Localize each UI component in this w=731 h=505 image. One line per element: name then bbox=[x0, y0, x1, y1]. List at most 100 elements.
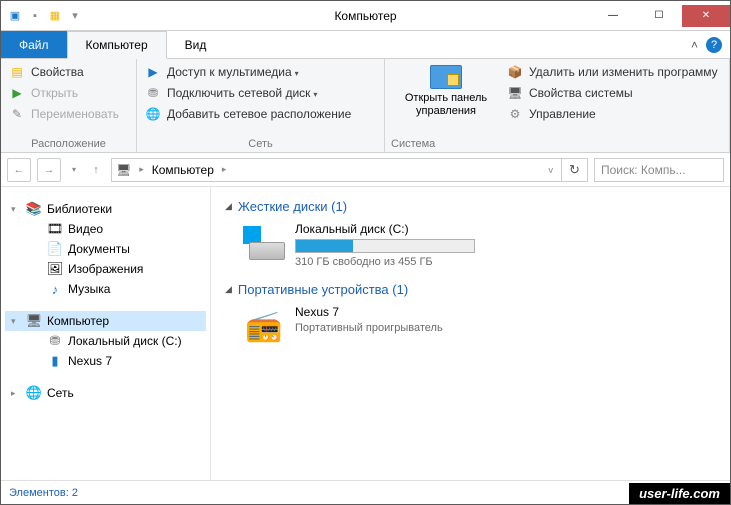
ribbon-group-location: ▤ Свойства ▶ Открыть ✎ Переименовать Распол… bbox=[1, 59, 137, 152]
computer-icon: ▣ bbox=[7, 8, 23, 24]
monitor-icon: 🖥 bbox=[507, 85, 523, 101]
open-button[interactable]: ▶ Открыть bbox=[7, 84, 130, 102]
collapse-ribbon-icon[interactable]: ˄ bbox=[691, 38, 698, 52]
hdd-icon: ⛃ bbox=[47, 333, 63, 349]
search-placeholder: Поиск: Компь... bbox=[601, 163, 686, 177]
video-icon: 🎞 bbox=[47, 221, 63, 237]
properties-button[interactable]: ▤ Свойства bbox=[7, 63, 130, 81]
qat-dropdown-icon[interactable]: ▾ bbox=[67, 8, 83, 24]
uninstall-button[interactable]: 📦 Удалить или изменить программу bbox=[505, 63, 720, 81]
tree-documents[interactable]: 📄Документы bbox=[5, 239, 206, 259]
group-label-network: Сеть bbox=[143, 136, 378, 150]
control-panel-button[interactable]: Открыть панельуправления bbox=[391, 63, 501, 136]
group-header-portable[interactable]: ◢Портативные устройства (1) bbox=[225, 280, 716, 303]
status-item-count: Элементов: 2 bbox=[9, 487, 78, 499]
globe-icon: 🌐 bbox=[145, 106, 161, 122]
ribbon-group-system: Открыть панельуправления 📦 Удалить или из… bbox=[385, 59, 730, 152]
media-label: Доступ к мультимедиа bbox=[167, 65, 299, 79]
tree-video[interactable]: 🎞Видео bbox=[5, 219, 206, 239]
device-nexus7[interactable]: 📻 Nexus 7 Портативный проигрыватель bbox=[225, 303, 716, 359]
portable-device-icon: 📻 bbox=[243, 305, 285, 347]
maximize-button[interactable]: ☐ bbox=[636, 5, 682, 27]
rename-label: Переименовать bbox=[31, 107, 119, 121]
expand-icon[interactable]: ▾ bbox=[11, 316, 21, 327]
drive-name: Локальный диск (C:) bbox=[295, 222, 716, 236]
open-label: Открыть bbox=[31, 86, 78, 100]
window-title: Компьютер bbox=[334, 9, 396, 23]
tree-network[interactable]: ▸🌐Сеть bbox=[5, 383, 206, 403]
rename-icon: ✎ bbox=[9, 106, 25, 122]
close-button[interactable]: ✕ bbox=[682, 5, 730, 27]
properties-label: Свойства bbox=[31, 65, 84, 79]
ribbon-tabs: Файл Компьютер Вид ˄ ? bbox=[1, 31, 730, 59]
ribbon-group-network: ▶ Доступ к мультимедиа ⛃ Подключить сетево… bbox=[137, 59, 385, 152]
uninstall-label: Удалить или изменить программу bbox=[529, 65, 718, 79]
local-disk-icon bbox=[243, 222, 285, 264]
tree-music[interactable]: ♪Музыка bbox=[5, 279, 206, 299]
media-icon: ▶ bbox=[145, 64, 161, 80]
navigation-bar: ← → ▾ ↑ 🖥▸Компьютер▸ v ↻ Поиск: Компь... bbox=[1, 153, 730, 187]
properties-icon: ▤ bbox=[9, 64, 25, 80]
system-properties-label: Свойства системы bbox=[529, 86, 633, 100]
address-root[interactable]: Компьютер bbox=[152, 163, 214, 177]
content-area: ▾📚Библиотеки 🎞Видео 📄Документы 🖼Изображе… bbox=[1, 187, 730, 480]
tab-computer[interactable]: Компьютер bbox=[67, 31, 167, 59]
quick-access-toolbar: ▣ ▪ ▦ ▾ bbox=[1, 8, 83, 24]
drive-icon: ⛃ bbox=[145, 85, 161, 101]
media-access-button[interactable]: ▶ Доступ к мультимедиа bbox=[143, 63, 378, 81]
pictures-icon: 🖼 bbox=[47, 261, 63, 277]
watermark: user-life.com bbox=[629, 483, 730, 504]
collapse-icon[interactable]: ◢ bbox=[225, 284, 232, 295]
rename-button[interactable]: ✎ Переименовать bbox=[7, 105, 130, 123]
libraries-icon: 📚 bbox=[26, 201, 42, 217]
address-dropdown-icon[interactable]: v bbox=[545, 165, 558, 175]
uninstall-icon: 📦 bbox=[507, 64, 523, 80]
group-label-system: Система bbox=[391, 136, 435, 150]
device-name: Nexus 7 bbox=[295, 305, 716, 319]
device-subtitle: Портативный проигрыватель bbox=[295, 322, 716, 334]
manage-label: Управление bbox=[529, 107, 596, 121]
refresh-button[interactable]: ↻ bbox=[562, 158, 588, 182]
manage-button[interactable]: ⚙ Управление bbox=[505, 105, 720, 123]
add-location-label: Добавить сетевое расположение bbox=[167, 107, 351, 121]
open-icon: ▶ bbox=[9, 85, 25, 101]
computer-tree-icon: 🖥 bbox=[26, 313, 42, 329]
title-bar: ▣ ▪ ▦ ▾ Компьютер — ☐ ✕ bbox=[1, 1, 730, 31]
tree-pictures[interactable]: 🖼Изображения bbox=[5, 259, 206, 279]
qat-separator-icon: ▪ bbox=[27, 8, 43, 24]
recent-locations-button[interactable]: ▾ bbox=[67, 158, 81, 182]
collapse-icon[interactable]: ◢ bbox=[225, 201, 232, 212]
add-location-button[interactable]: 🌐 Добавить сетевое расположение bbox=[143, 105, 378, 123]
tree-nexus[interactable]: ▮Nexus 7 bbox=[5, 351, 206, 371]
tree-libraries[interactable]: ▾📚Библиотеки bbox=[5, 199, 206, 219]
back-button[interactable]: ← bbox=[7, 158, 31, 182]
ribbon-body: ▤ Свойства ▶ Открыть ✎ Переименовать Распол… bbox=[1, 59, 730, 153]
search-input[interactable]: Поиск: Компь... bbox=[594, 158, 724, 182]
tab-view[interactable]: Вид bbox=[167, 31, 225, 58]
status-bar: Элементов: 2 ☰ ▦ bbox=[1, 480, 730, 504]
up-button[interactable]: ↑ bbox=[87, 158, 105, 182]
device-icon: ▮ bbox=[47, 353, 63, 369]
tab-file[interactable]: Файл bbox=[1, 31, 67, 58]
tree-computer[interactable]: ▾🖥Компьютер bbox=[5, 311, 206, 331]
minimize-button[interactable]: — bbox=[590, 5, 636, 27]
group-header-hdd[interactable]: ◢Жесткие диски (1) bbox=[225, 197, 716, 220]
music-icon: ♪ bbox=[47, 281, 63, 297]
window-controls: — ☐ ✕ bbox=[590, 5, 730, 27]
forward-button[interactable]: → bbox=[37, 158, 61, 182]
map-drive-label: Подключить сетевой диск bbox=[167, 86, 317, 100]
expand-icon[interactable]: ▾ bbox=[11, 204, 21, 215]
system-properties-button[interactable]: 🖥 Свойства системы bbox=[505, 84, 720, 102]
drive-usage-bar bbox=[295, 239, 475, 253]
expand-icon[interactable]: ▸ bbox=[11, 388, 21, 399]
help-icon[interactable]: ? bbox=[706, 37, 722, 53]
properties-qat-icon[interactable]: ▦ bbox=[47, 8, 63, 24]
map-drive-button[interactable]: ⛃ Подключить сетевой диск bbox=[143, 84, 378, 102]
tree-local-disk[interactable]: ⛃Локальный диск (C:) bbox=[5, 331, 206, 351]
control-panel-label-2: управления bbox=[416, 105, 476, 117]
group-label-location: Расположение bbox=[7, 136, 130, 150]
address-bar[interactable]: 🖥▸Компьютер▸ v bbox=[111, 158, 562, 182]
drive-local-disk[interactable]: Локальный диск (C:) 310 ГБ свободно из 4… bbox=[225, 220, 716, 280]
gear-icon: ⚙ bbox=[507, 106, 523, 122]
main-pane: ◢Жесткие диски (1) Локальный диск (C:) 3… bbox=[211, 187, 730, 480]
